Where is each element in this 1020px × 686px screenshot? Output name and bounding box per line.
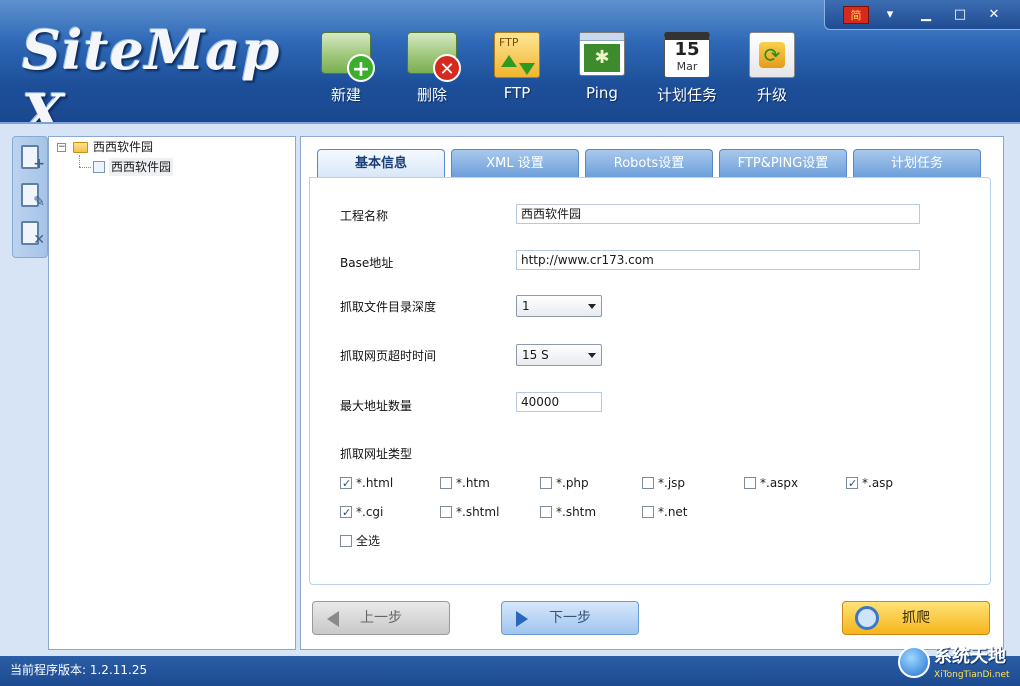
edit-page-icon: ✎ xyxy=(33,194,45,210)
version-text: 当前程序版本: 1.2.11.25 xyxy=(10,663,148,677)
ping-button-label: Ping xyxy=(586,84,618,102)
tab-basic-info[interactable]: 基本信息 xyxy=(317,149,445,177)
calendar-day: 15 xyxy=(674,39,700,60)
calendar-month: Mar xyxy=(676,60,698,73)
timeout-select[interactable]: 15 S xyxy=(516,344,602,366)
main-area: + ✎ ✕ − 西西软件园 西西软件园 基本信息 XML 设置 Robots设置… xyxy=(0,122,1020,656)
remove-page-icon: ✕ xyxy=(33,232,45,248)
add-page-button[interactable]: + xyxy=(17,143,45,171)
basic-info-form: 工程名称 西西软件园 Base地址 http://www.cr173.com 抓… xyxy=(309,177,991,585)
arrow-right-icon xyxy=(516,611,528,627)
ping-icon: ✱ xyxy=(575,30,629,80)
watermark-logo: 系统天地 XiTongTianDi.net xyxy=(898,646,1014,686)
language-flag-icon[interactable]: 简 xyxy=(843,6,869,24)
ftp-button[interactable]: FTP FTP xyxy=(482,30,552,110)
upgrade-icon: ⟳ xyxy=(745,30,799,80)
menu-dropdown-button[interactable]: ▾ xyxy=(877,5,903,25)
tab-xml-settings[interactable]: XML 设置 xyxy=(451,149,579,177)
watermark-title: 系统天地 xyxy=(934,646,1006,667)
timeout-label: 抓取网页超时时间 xyxy=(340,349,437,363)
tree-root-node[interactable]: 西西软件园 xyxy=(93,138,153,156)
ftp-icon-text: FTP xyxy=(499,36,519,49)
delete-button-label: 删除 xyxy=(416,86,447,104)
project-name-label: 工程名称 xyxy=(340,209,389,223)
page-icon xyxy=(93,161,105,173)
max-urls-field[interactable]: 40000 xyxy=(516,392,602,412)
project-tree: − 西西软件园 西西软件园 xyxy=(48,136,296,650)
arrow-left-icon xyxy=(327,611,339,627)
magnifier-icon xyxy=(855,606,879,630)
tree-expander-icon[interactable]: − xyxy=(57,143,66,152)
upgrade-button-label: 升级 xyxy=(756,86,787,104)
edit-page-button[interactable]: ✎ xyxy=(17,181,45,209)
window-controls: 简 ▾ ▁ □ ✕ xyxy=(824,0,1020,30)
delete-project-icon: ✕ xyxy=(405,30,461,82)
url-types-label: 抓取网址类型 xyxy=(340,447,413,461)
remove-page-button[interactable]: ✕ xyxy=(17,219,45,247)
tree-child-node[interactable]: 西西软件园 xyxy=(109,158,174,176)
schedule-button-label: 计划任务 xyxy=(656,86,717,104)
close-button[interactable]: ✕ xyxy=(981,5,1007,25)
ftp-button-label: FTP xyxy=(503,84,531,102)
crawl-depth-value: 1 xyxy=(522,299,530,313)
chevron-down-icon xyxy=(588,304,596,309)
base-url-label: Base地址 xyxy=(340,256,394,270)
new-project-icon: + xyxy=(319,30,375,82)
upgrade-button[interactable]: ⟳ 升级 xyxy=(737,30,807,110)
add-page-icon: + xyxy=(33,156,45,172)
project-sidebar: + ✎ ✕ xyxy=(12,136,48,258)
max-urls-label: 最大地址数量 xyxy=(340,399,413,413)
chevron-down-icon xyxy=(588,353,596,358)
next-step-button[interactable]: 下一步 xyxy=(501,601,639,635)
schedule-button[interactable]: 15 Mar 计划任务 xyxy=(652,30,722,110)
delete-button[interactable]: ✕ 删除 xyxy=(397,30,467,110)
status-bar: 当前程序版本: 1.2.11.25 xyxy=(0,656,1020,686)
maximize-button[interactable]: □ xyxy=(947,5,973,25)
project-name-field[interactable]: 西西软件园 xyxy=(516,204,920,224)
base-url-field[interactable]: http://www.cr173.com xyxy=(516,250,920,270)
crawl-depth-select[interactable]: 1 xyxy=(516,295,602,317)
tab-robots-settings[interactable]: Robots设置 xyxy=(585,149,713,177)
new-button[interactable]: + 新建 xyxy=(311,30,381,110)
folder-icon xyxy=(73,142,88,153)
calendar-icon: 15 Mar xyxy=(660,30,714,80)
prev-step-button[interactable]: 上一步 xyxy=(312,601,450,635)
minimize-button[interactable]: ▁ xyxy=(913,5,939,25)
ping-button[interactable]: ✱ Ping xyxy=(567,30,637,110)
globe-icon xyxy=(898,646,930,678)
watermark-url: XiTongTianDi.net xyxy=(934,670,1010,680)
tab-schedule[interactable]: 计划任务 xyxy=(853,149,981,177)
app-header: SiteMap X + 新建 ✕ 删除 FTP FTP ✱ Ping 15 Ma… xyxy=(0,0,1020,146)
tab-ftp-ping-settings[interactable]: FTP&PING设置 xyxy=(719,149,847,177)
ftp-icon: FTP xyxy=(490,30,544,80)
settings-panel: 基本信息 XML 设置 Robots设置 FTP&PING设置 计划任务 工程名… xyxy=(300,136,1004,650)
crawl-depth-label: 抓取文件目录深度 xyxy=(340,300,437,314)
crawl-button[interactable]: 抓爬 xyxy=(842,601,990,635)
timeout-value: 15 S xyxy=(522,348,549,362)
app-logo: SiteMap X xyxy=(22,18,281,146)
new-button-label: 新建 xyxy=(330,86,361,104)
